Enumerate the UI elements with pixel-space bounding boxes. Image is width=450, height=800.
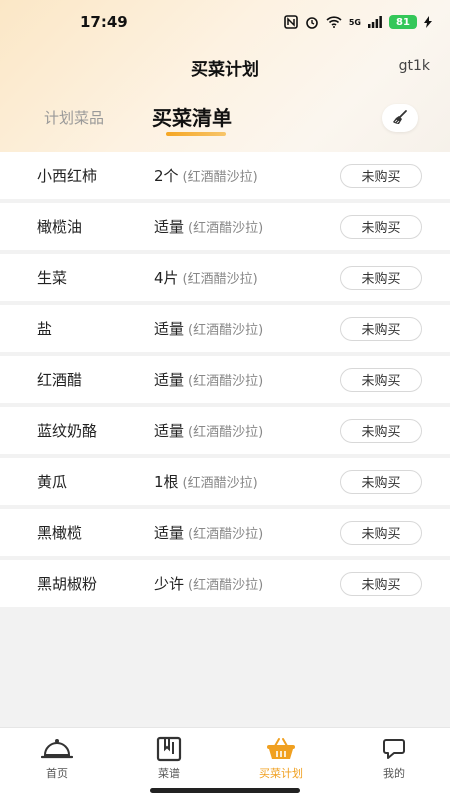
item-qty-value: 适量 <box>154 371 185 389</box>
list-item: 小西红柿 2个 (红酒醋沙拉) 未购买 <box>0 152 450 199</box>
item-name: 盐 <box>37 320 53 338</box>
item-name: 黑橄榄 <box>37 524 83 542</box>
item-qty-value: 2个 <box>154 167 179 185</box>
list-item: 盐 适量 (红酒醋沙拉) 未购买 <box>0 305 450 352</box>
list-item: 橄榄油 适量 (红酒醋沙拉) 未购买 <box>0 203 450 250</box>
tab-shopping-plan-label: 买菜计划 <box>259 767 303 780</box>
item-qty-value: 适量 <box>154 524 185 542</box>
signal-icon <box>368 16 382 28</box>
tab-mine[interactable]: 我的 <box>354 736 434 781</box>
mark-purchased-button[interactable]: 未购买 <box>340 469 422 494</box>
status-time: 17:49 <box>80 13 128 31</box>
status-bar: 17:49 5G 81 <box>0 0 450 44</box>
item-name: 小西红柿 <box>37 167 98 185</box>
list-item: 黑胡椒粉 少许 (红酒醋沙拉) 未购买 <box>0 560 450 607</box>
item-quantity: 少许 (红酒醋沙拉) <box>154 573 263 594</box>
mark-purchased-button[interactable]: 未购买 <box>340 163 422 188</box>
tab-home[interactable]: 首页 <box>17 736 97 781</box>
item-quantity: 1根 (红酒醋沙拉) <box>154 471 258 492</box>
mark-purchased-button[interactable]: 未购买 <box>340 265 422 290</box>
item-recipe: (红酒醋沙拉) <box>182 476 258 491</box>
item-quantity: 适量 (红酒醋沙拉) <box>154 522 263 543</box>
basket-icon <box>267 738 295 759</box>
item-recipe: (红酒醋沙拉) <box>188 578 264 593</box>
nfc-icon <box>284 15 298 29</box>
item-qty-value: 少许 <box>154 575 185 593</box>
list-item: 黄瓜 1根 (红酒醋沙拉) 未购买 <box>0 458 450 505</box>
item-recipe: (红酒醋沙拉) <box>182 272 258 287</box>
page-title: 买菜计划 <box>191 59 259 80</box>
item-recipe: (红酒醋沙拉) <box>188 374 264 389</box>
item-name: 黑胡椒粉 <box>37 575 98 593</box>
mark-purchased-button[interactable]: 未购买 <box>340 316 422 341</box>
list-item: 生菜 4片 (红酒醋沙拉) 未购买 <box>0 254 450 301</box>
recipe-book-icon <box>156 736 182 762</box>
title-row: 买菜计划 gt1k <box>0 50 450 84</box>
item-qty-value: 适量 <box>154 422 185 440</box>
item-qty-value: 适量 <box>154 320 185 338</box>
tab-recipes-label: 菜谱 <box>158 767 180 780</box>
home-indicator[interactable] <box>150 788 300 793</box>
item-recipe: (红酒醋沙拉) <box>188 527 264 542</box>
item-quantity: 适量 (红酒醋沙拉) <box>154 369 263 390</box>
mark-purchased-button[interactable]: 未购买 <box>340 571 422 596</box>
charging-icon <box>424 16 432 28</box>
item-name: 橄榄油 <box>37 218 83 236</box>
list-item: 蓝纹奶酪 适量 (红酒醋沙拉) 未购买 <box>0 407 450 454</box>
chat-bubble-icon <box>383 739 405 759</box>
item-quantity: 2个 (红酒醋沙拉) <box>154 165 258 186</box>
tab-home-label: 首页 <box>46 767 68 780</box>
item-recipe: (红酒醋沙拉) <box>188 323 264 338</box>
mark-purchased-button[interactable]: 未购买 <box>340 367 422 392</box>
item-quantity: 4片 (红酒醋沙拉) <box>154 267 258 288</box>
battery-indicator: 81 <box>389 15 417 29</box>
tab-shopping-list[interactable]: 买菜清单 <box>152 102 232 131</box>
tab-shopping-plan[interactable]: 买菜计划 <box>241 736 321 781</box>
cloche-icon <box>41 739 73 759</box>
item-name: 蓝纹奶酪 <box>37 422 98 440</box>
item-qty-value: 适量 <box>154 218 185 236</box>
item-qty-value: 4片 <box>154 269 179 287</box>
item-quantity: 适量 (红酒醋沙拉) <box>154 216 263 237</box>
item-qty-value: 1根 <box>154 473 179 491</box>
status-icons: 5G 81 <box>284 15 432 29</box>
mark-purchased-button[interactable]: 未购买 <box>340 214 422 239</box>
network-type: 5G <box>348 17 361 27</box>
shopping-list: 小西红柿 2个 (红酒醋沙拉) 未购买 橄榄油 适量 (红酒醋沙拉) 未购买 生菜 4片 (红酒醋沙… <box>0 152 450 611</box>
list-item: 红酒醋 适量 (红酒醋沙拉) 未购买 <box>0 356 450 403</box>
tab-plan-dishes[interactable]: 计划菜品 <box>44 107 104 128</box>
item-name: 生菜 <box>37 269 68 287</box>
tab-recipes[interactable]: 菜谱 <box>129 736 209 781</box>
list-item: 黑橄榄 适量 (红酒醋沙拉) 未购买 <box>0 509 450 556</box>
item-quantity: 适量 (红酒醋沙拉) <box>154 420 263 441</box>
tab-active-indicator <box>166 132 226 136</box>
clear-button[interactable] <box>382 104 418 132</box>
broom-icon <box>393 110 407 124</box>
item-name: 红酒醋 <box>37 371 83 389</box>
item-quantity: 适量 (红酒醋沙拉) <box>154 318 263 339</box>
mark-purchased-button[interactable]: 未购买 <box>340 520 422 545</box>
user-id: gt1k <box>398 58 430 74</box>
item-recipe: (红酒醋沙拉) <box>188 425 264 440</box>
item-recipe: (红酒醋沙拉) <box>182 170 258 185</box>
tab-mine-label: 我的 <box>383 767 405 780</box>
tabs-row: 计划菜品 买菜清单 <box>0 98 450 142</box>
item-name: 黄瓜 <box>37 473 68 491</box>
item-recipe: (红酒醋沙拉) <box>188 221 264 236</box>
wifi-icon <box>326 16 342 28</box>
alarm-icon <box>306 17 318 29</box>
mark-purchased-button[interactable]: 未购买 <box>340 418 422 443</box>
